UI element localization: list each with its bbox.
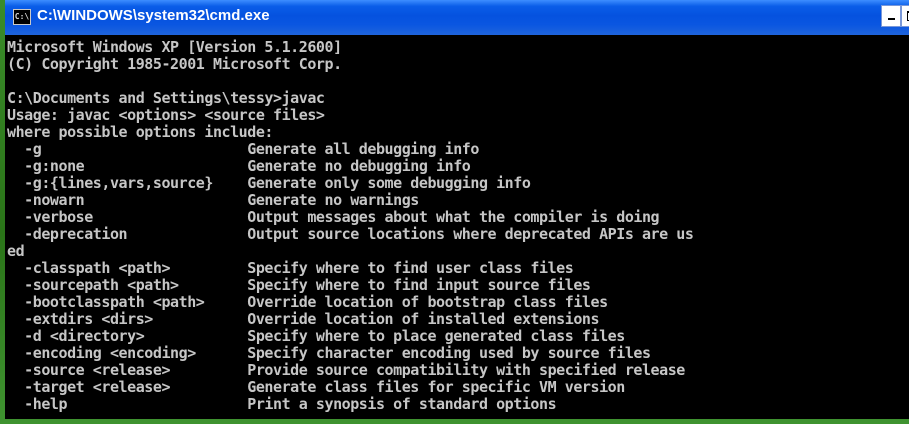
console-line: ed xyxy=(7,242,25,260)
desktop-background: C:\ C:\WINDOWS\system32\cmd.exe Microsof… xyxy=(0,0,909,424)
console-line: -encoding <encoding> Specify character e… xyxy=(7,344,651,362)
console-line: where possible options include: xyxy=(7,123,274,141)
maximize-button[interactable] xyxy=(901,5,909,27)
minimize-button[interactable] xyxy=(881,5,901,27)
console-line: -g:none Generate no debugging info xyxy=(7,157,471,175)
console-output[interactable]: Microsoft Windows XP [Version 5.1.2600] … xyxy=(7,39,909,419)
console-line: -verbose Output messages about what the … xyxy=(7,208,660,226)
title-bar[interactable]: C:\ C:\WINDOWS\system32\cmd.exe xyxy=(5,0,909,35)
console-line: Microsoft Windows XP [Version 5.1.2600] xyxy=(7,39,342,56)
cmd-icon[interactable]: C:\ xyxy=(13,9,31,25)
console-line: -help Print a synopsis of standard optio… xyxy=(7,395,557,413)
console-line: -bootclasspath <path> Override location … xyxy=(7,293,608,311)
title-buttons xyxy=(881,5,909,27)
cmd-window[interactable]: C:\ C:\WINDOWS\system32\cmd.exe Microsof… xyxy=(5,0,909,419)
console-line: (C) Copyright 1985-2001 Microsoft Corp. xyxy=(7,55,342,73)
console-line: -g Generate all debugging info xyxy=(7,140,479,158)
console-line: C:\Documents and Settings\tessy>javac xyxy=(7,89,325,107)
console-line: -source <release> Provide source compati… xyxy=(7,361,685,379)
console-line: -extdirs <dirs> Override location of ins… xyxy=(7,310,600,328)
console-line: -g:{lines,vars,source} Generate only som… xyxy=(7,174,531,192)
console-line: -deprecation Output source locations whe… xyxy=(7,225,694,243)
console-line: -nowarn Generate no warnings xyxy=(7,191,419,209)
console-line: -sourcepath <path> Specify where to find… xyxy=(7,276,591,294)
minimize-icon xyxy=(888,18,895,20)
console-line: Usage: javac <options> <source files> xyxy=(7,106,325,124)
console-line: -d <directory> Specify where to place ge… xyxy=(7,327,625,345)
window-title: C:\WINDOWS\system32\cmd.exe xyxy=(37,7,270,24)
console-line: -target <release> Generate class files f… xyxy=(7,378,625,396)
console-line: -classpath <path> Specify where to find … xyxy=(7,259,574,277)
